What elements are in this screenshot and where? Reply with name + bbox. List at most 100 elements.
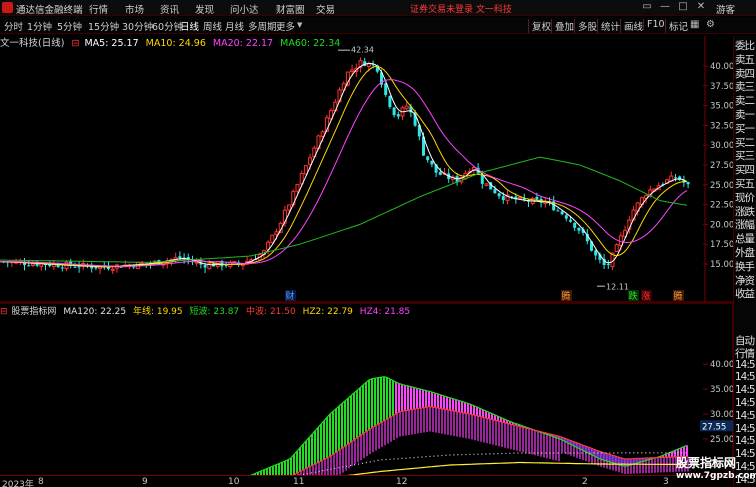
- side-tick-item: 14:5: [735, 397, 756, 409]
- side-tab-item[interactable]: 外盘: [735, 245, 756, 260]
- candle-down: [573, 222, 577, 228]
- date-label: 8: [38, 477, 44, 487]
- candle-down: [438, 172, 442, 175]
- side-tick-item: 14:5: [735, 384, 756, 397]
- side-tab-item[interactable]: 净资: [735, 273, 756, 288]
- restore-icon[interactable]: ▭: [641, 1, 653, 13]
- menu-item-trade[interactable]: 交易: [316, 2, 335, 16]
- candle-down: [569, 219, 572, 222]
- tab-f10[interactable]: F10: [643, 19, 665, 30]
- grid-icon[interactable]: ▦: [690, 19, 699, 30]
- tab-adjust[interactable]: 复权: [528, 19, 551, 33]
- ind-y-tick-label: 30.00: [710, 410, 733, 420]
- date-label: 2023年: [2, 480, 34, 487]
- candle-up: [295, 184, 300, 192]
- indicator-chart[interactable]: 40.0035.0030.0025.0020.0027.55趋势: [0, 303, 733, 475]
- candle-down: [23, 263, 26, 266]
- side-tab-item[interactable]: 买五: [735, 176, 756, 191]
- side-tab-item[interactable]: 买一: [735, 121, 756, 136]
- indicator-toggle-icon[interactable]: ⊟: [0, 307, 8, 317]
- period-daily[interactable]: 日线: [180, 19, 199, 33]
- side-tab-item[interactable]: 卖二: [735, 93, 756, 108]
- side-tick-item: 14:5: [735, 448, 756, 461]
- y-tick-label: 30.00: [710, 141, 733, 151]
- indicator-name[interactable]: 股票指标网: [11, 307, 56, 317]
- settings-icon[interactable]: ⚙: [706, 19, 715, 30]
- candle-down: [203, 264, 207, 268]
- event-marker: 腾: [674, 290, 683, 302]
- y-tick-label: 17.50: [710, 240, 733, 250]
- period-5min[interactable]: 5分钟: [57, 19, 82, 33]
- login-notice[interactable]: 证券交易未登录 文一科技: [410, 2, 512, 15]
- tab-drawing[interactable]: 画线: [620, 19, 643, 33]
- side-tab-item[interactable]: 卖一: [735, 107, 756, 122]
- ma10-value: MA10: 24.96: [145, 38, 206, 49]
- side-tab-item[interactable]: 卖四: [735, 66, 756, 81]
- tab-mark[interactable]: 标记: [665, 19, 688, 33]
- y-tick-label: 25.00: [710, 181, 733, 191]
- period-weekly[interactable]: 周线: [203, 19, 222, 33]
- menu-item-market[interactable]: 市场: [125, 2, 144, 16]
- candle-down: [178, 256, 182, 259]
- period-1min[interactable]: 1分钟: [27, 19, 52, 33]
- candle-down: [396, 114, 400, 117]
- candle-up: [303, 165, 308, 175]
- watermark-title: 股票指标网: [676, 456, 737, 470]
- period-intraday[interactable]: 分时: [4, 19, 23, 33]
- side-tab-item[interactable]: 委比: [735, 38, 756, 53]
- hz2-value: HZ2: 22.79: [302, 307, 353, 317]
- side-tab-item[interactable]: 买三: [735, 148, 756, 163]
- tab-multi-stock[interactable]: 多股: [574, 19, 597, 33]
- period-multi[interactable]: 多周期: [248, 19, 277, 33]
- candle-up: [110, 268, 115, 271]
- candle-down: [497, 193, 501, 197]
- side-tab-item[interactable]: 买二: [735, 135, 756, 150]
- candle-down: [686, 182, 690, 185]
- ma5-line: [0, 62, 688, 268]
- minimize-icon[interactable]: —: [659, 1, 671, 13]
- ma-toggle-icon[interactable]: ⊟: [71, 38, 79, 49]
- side-tick-item: 14:5: [735, 435, 756, 448]
- tab-statistics[interactable]: 统计: [597, 19, 620, 33]
- mid-wave-value: 中波: 21.50: [246, 307, 296, 317]
- side-tab-item[interactable]: 现价: [735, 190, 756, 205]
- menu-item-news[interactable]: 资讯: [160, 2, 179, 16]
- period-toolbar: 分时 1分钟 5分钟 15分钟 30分钟 60分钟 日线 周线 月线 多周期 更…: [0, 17, 756, 34]
- tab-overlay[interactable]: 叠加: [551, 19, 574, 33]
- candle-up: [287, 204, 292, 211]
- period-more[interactable]: 更多: [276, 19, 295, 33]
- side-tab-item[interactable]: 总量: [735, 231, 756, 246]
- candle-down: [493, 189, 497, 194]
- period-60min[interactable]: 60分钟: [152, 19, 183, 33]
- y-tick-label: 35.00: [710, 102, 733, 112]
- chevron-down-icon[interactable]: ▼: [297, 21, 302, 29]
- maximize-icon[interactable]: □: [677, 1, 689, 13]
- side-tab-item[interactable]: 收益: [735, 286, 756, 301]
- candle-down: [674, 177, 677, 179]
- close-icon[interactable]: ✕: [695, 1, 707, 13]
- guest-user[interactable]: 游客: [716, 2, 735, 16]
- candle-down: [94, 267, 98, 269]
- period-30min[interactable]: 30分钟: [122, 19, 153, 33]
- menu-item-market-quotes[interactable]: 行情: [89, 2, 108, 16]
- menu-item-ask[interactable]: 问小达: [230, 2, 259, 16]
- period-monthly[interactable]: 月线: [225, 19, 244, 33]
- side-tab-item[interactable]: 卖五: [735, 52, 756, 67]
- side-tab-item[interactable]: 涨跌: [735, 204, 756, 219]
- stock-label: 文一科技(日线): [0, 38, 65, 49]
- candle-down: [56, 264, 60, 268]
- side-tab-item[interactable]: 换手: [735, 259, 756, 274]
- menu-item-wealth-circle[interactable]: 财富圈: [276, 2, 305, 16]
- ma-legend: 文一科技(日线) ⊟ MA5: 25.17 MA10: 24.96 MA20: …: [0, 35, 710, 49]
- candle-down: [224, 265, 228, 267]
- side-tab-item[interactable]: 卖三: [735, 79, 756, 94]
- y-tick-label: 37.50: [710, 82, 733, 92]
- event-marker: 财: [286, 290, 295, 302]
- side-tab-item[interactable]: 涨幅: [735, 217, 756, 232]
- side-tab-item[interactable]: 买四: [735, 162, 756, 177]
- menu-item-discover[interactable]: 发现: [195, 2, 214, 16]
- period-15min[interactable]: 15分钟: [88, 19, 119, 33]
- price-chart[interactable]: 40.00 37.50 35.00 32.50 30.00 27.50 25.00 22.50…: [0, 36, 733, 303]
- event-marker: 跌: [629, 291, 638, 302]
- y-tick-label: 15.00: [710, 260, 733, 270]
